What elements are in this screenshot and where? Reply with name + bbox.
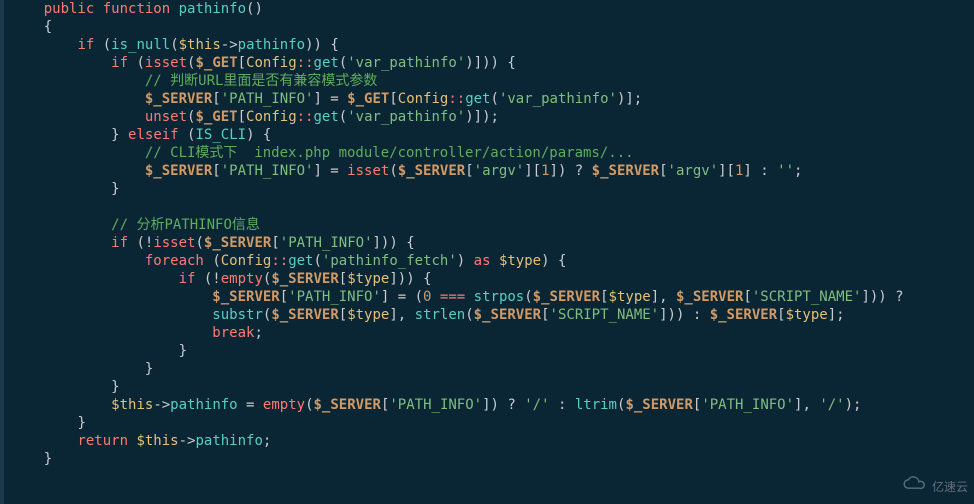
str-pathinfo: 'PATH_INFO' bbox=[221, 91, 314, 107]
var-this: $this bbox=[111, 397, 153, 413]
fn-get: get bbox=[314, 55, 339, 71]
kw-empty: empty bbox=[263, 397, 305, 413]
comment-1: // 判断URL里面是否有兼容模式参数 bbox=[145, 73, 378, 89]
str-scriptname: 'SCRIPT_NAME' bbox=[550, 307, 660, 323]
var-server: $_SERVER bbox=[271, 307, 338, 323]
str-pathinfo: 'PATH_INFO' bbox=[701, 397, 794, 413]
var-type: $type bbox=[347, 307, 389, 323]
fn-get: get bbox=[288, 253, 313, 269]
var-get: $_GET bbox=[347, 91, 389, 107]
str-slash: '/' bbox=[524, 397, 549, 413]
str-argv: 'argv' bbox=[668, 163, 719, 179]
op-identical: === bbox=[440, 289, 465, 305]
kw-isset: isset bbox=[347, 163, 389, 179]
var-server: $_SERVER bbox=[398, 163, 465, 179]
fn-name: pathinfo bbox=[179, 1, 246, 17]
fn-substr: substr bbox=[212, 307, 263, 323]
cls-config: Config bbox=[246, 55, 297, 71]
kw-function: function bbox=[103, 1, 170, 17]
kw-public: public bbox=[44, 1, 95, 17]
var-this: $this bbox=[136, 433, 178, 449]
var-get: $_GET bbox=[195, 109, 237, 125]
fn-ltrim: ltrim bbox=[575, 397, 617, 413]
mem-pathinfo: pathinfo bbox=[238, 37, 305, 53]
line-gutter bbox=[0, 0, 4, 504]
kw-isset: isset bbox=[145, 55, 187, 71]
var-type: $type bbox=[609, 289, 651, 305]
var-server: $_SERVER bbox=[271, 271, 338, 287]
str-pathinfofetch: 'pathinfo_fetch' bbox=[322, 253, 457, 269]
kw-return: return bbox=[77, 433, 128, 449]
var-server: $_SERVER bbox=[145, 91, 212, 107]
cloud-icon bbox=[900, 475, 928, 498]
str-slash: '/' bbox=[819, 397, 844, 413]
mem-pathinfo: pathinfo bbox=[195, 433, 262, 449]
str-empty: '' bbox=[777, 163, 794, 179]
var-type: $type bbox=[786, 307, 828, 323]
cls-config: Config bbox=[221, 253, 272, 269]
var-type: $type bbox=[347, 271, 389, 287]
str-pathinfo: 'PATH_INFO' bbox=[280, 235, 373, 251]
fn-get: get bbox=[313, 109, 338, 125]
kw-if: if bbox=[179, 271, 196, 287]
str-varpathinfo: 'var_pathinfo' bbox=[499, 91, 617, 107]
fn-strlen: strlen bbox=[415, 307, 466, 323]
var-this: $this bbox=[179, 37, 221, 53]
fn-get: get bbox=[465, 91, 490, 107]
kw-if: if bbox=[77, 37, 94, 53]
str-pathinfo: 'PATH_INFO' bbox=[221, 163, 314, 179]
kw-break: break bbox=[212, 325, 254, 341]
str-scriptname: 'SCRIPT_NAME' bbox=[752, 289, 862, 305]
var-type: $type bbox=[499, 253, 541, 269]
cls-config: Config bbox=[398, 91, 449, 107]
watermark: 亿速云 bbox=[900, 475, 968, 498]
code-block: public function pathinfo() { if (is_null… bbox=[0, 0, 974, 468]
var-server: $_SERVER bbox=[676, 289, 743, 305]
kw-if: if bbox=[111, 55, 128, 71]
str-argv: 'argv' bbox=[474, 163, 525, 179]
var-server: $_SERVER bbox=[212, 289, 279, 305]
mem-pathinfo: pathinfo bbox=[170, 397, 237, 413]
brace-open: { bbox=[44, 19, 52, 35]
kw-as: as bbox=[474, 253, 491, 269]
num-1: 1 bbox=[541, 163, 549, 179]
str-pathinfo: 'PATH_INFO' bbox=[288, 289, 381, 305]
str-pathinfo: 'PATH_INFO' bbox=[389, 397, 482, 413]
var-server: $_SERVER bbox=[145, 163, 212, 179]
comment-3: // 分析PATHINFO信息 bbox=[111, 217, 260, 233]
kw-elseif: elseif bbox=[128, 127, 179, 143]
str-varpathinfo: 'var_pathinfo' bbox=[347, 55, 465, 71]
kw-foreach: foreach bbox=[145, 253, 204, 269]
const-iscli: IS_CLI bbox=[195, 127, 246, 143]
fn-strpos: strpos bbox=[474, 289, 525, 305]
kw-empty: empty bbox=[221, 271, 263, 287]
fn-isnull: is_null bbox=[111, 37, 170, 53]
kw-if: if bbox=[111, 235, 128, 251]
kw-unset: unset bbox=[145, 109, 187, 125]
watermark-text: 亿速云 bbox=[932, 478, 968, 496]
var-server: $_SERVER bbox=[533, 289, 600, 305]
var-server: $_SERVER bbox=[625, 397, 692, 413]
var-server: $_SERVER bbox=[592, 163, 659, 179]
var-get: $_GET bbox=[195, 55, 237, 71]
var-server: $_SERVER bbox=[474, 307, 541, 323]
str-varpathinfo: 'var_pathinfo' bbox=[347, 109, 465, 125]
var-server: $_SERVER bbox=[314, 397, 381, 413]
var-server: $_SERVER bbox=[204, 235, 271, 251]
kw-isset: isset bbox=[153, 235, 195, 251]
cls-config: Config bbox=[246, 109, 297, 125]
comment-2: // CLI模式下 index.php module/controller/ac… bbox=[145, 145, 634, 161]
var-server: $_SERVER bbox=[710, 307, 777, 323]
